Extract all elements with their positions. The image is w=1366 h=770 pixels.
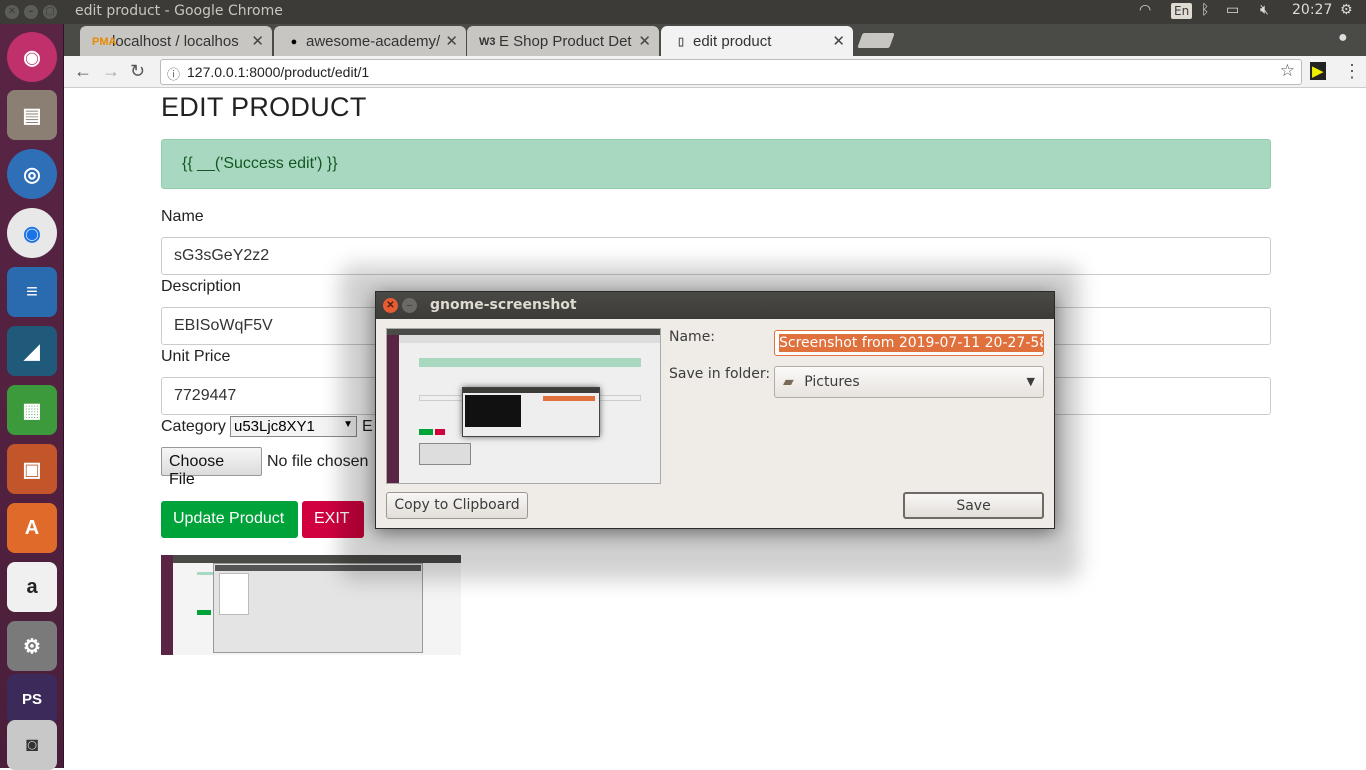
battery-icon[interactable]: ▭	[1226, 2, 1239, 18]
name-label: Name	[161, 208, 204, 225]
tab-label: E Shop Product Det	[499, 33, 632, 50]
chevron-down-icon: ▼	[1026, 375, 1035, 388]
filename-value: Screenshot from 2019-07-11 20-27-58.	[779, 334, 1043, 352]
chromium-icon[interactable]: ◎	[7, 149, 57, 199]
menu-icon[interactable]: ⋮	[1343, 61, 1361, 82]
filename-input[interactable]: Screenshot from 2019-07-11 20-27-58.	[774, 330, 1044, 356]
description-label: Description	[161, 278, 242, 295]
folder-value: Pictures	[804, 374, 860, 390]
category-label: Category	[161, 418, 226, 435]
copy-to-clipboard-button[interactable]: Copy to Clipboard	[386, 492, 528, 519]
window-close-icon[interactable]: ✕	[5, 5, 19, 19]
github-icon: ●	[290, 36, 298, 48]
volume-icon[interactable]: 🔇︎	[1260, 2, 1269, 18]
system-top-bar: ✕ – ▢ edit product - Google Chrome ◠ En …	[0, 0, 1366, 24]
tab-strip: PMA localhost / localhos ✕ ● awesome-aca…	[64, 24, 1366, 56]
dialog-minimize-icon[interactable]: –	[402, 298, 417, 313]
screenshot-preview	[386, 328, 661, 484]
unit-price-label: Unit Price	[161, 348, 231, 365]
system-settings-icon[interactable]: ⚙	[7, 621, 57, 671]
phpstorm-icon[interactable]: PS	[7, 674, 57, 724]
wifi-icon[interactable]: ◠	[1139, 2, 1151, 18]
tab-label: localhost / localhos	[112, 33, 239, 50]
choose-file-button[interactable]: Choose File	[161, 447, 262, 488]
folder-field-label: Save in folder:	[669, 366, 771, 382]
dialog-titlebar: gnome-screenshot	[376, 292, 1054, 319]
clock[interactable]: 20:27	[1292, 2, 1332, 18]
address-bar[interactable]: ⓘ 127.0.0.1:8000/product/edit/1 ☆	[160, 59, 1302, 85]
phpmyadmin-icon: PMA	[92, 36, 117, 48]
tab-close-icon[interactable]: ✕	[251, 32, 264, 50]
mysql-workbench-icon[interactable]: ◢	[7, 326, 57, 376]
window-title: edit product - Google Chrome	[75, 3, 283, 19]
navigation-bar: ← → ↻ ⓘ 127.0.0.1:8000/product/edit/1 ☆ …	[64, 56, 1366, 88]
calc-icon[interactable]: ▦	[7, 385, 57, 435]
impress-icon[interactable]: ▣	[7, 444, 57, 494]
tab-edit-product[interactable]: ▯ edit product ✕	[661, 26, 853, 56]
keyboard-layout[interactable]: En	[1171, 3, 1193, 19]
name-field-label: Name:	[669, 329, 716, 345]
tab-close-icon[interactable]: ✕	[832, 32, 845, 50]
page-title: EDIT PRODUCT	[161, 92, 367, 122]
tab-close-icon[interactable]: ✕	[445, 32, 458, 50]
files-icon[interactable]: ▤	[7, 90, 57, 140]
tab-label: awesome-academy/	[306, 33, 441, 50]
launcher: ◉ ▤ ◎ ◉ ≡ ◢ ▦ ▣ A a ⚙ PS ◙	[0, 24, 64, 770]
category-select[interactable]: u53Ljc8XY1 ▼	[230, 416, 357, 437]
url-text: 127.0.0.1:8000/product/edit/1	[187, 64, 370, 80]
back-icon[interactable]: ←	[74, 61, 92, 82]
update-product-button[interactable]: Update Product	[161, 501, 298, 538]
bookmark-star-icon[interactable]: ☆	[1280, 61, 1295, 81]
reload-icon[interactable]: ↻	[130, 61, 145, 82]
extension-icon[interactable]: ▶	[1310, 62, 1326, 80]
success-alert: {{ __('Success edit') }}	[161, 139, 1271, 189]
new-tab-button[interactable]	[857, 33, 895, 48]
tab-close-icon[interactable]: ✕	[638, 32, 651, 50]
tab-github[interactable]: ● awesome-academy/ ✕	[274, 26, 466, 56]
dialog-close-icon[interactable]: ✕	[383, 298, 398, 313]
ubuntu-dash-icon[interactable]: ◉	[7, 32, 57, 82]
tab-phpmyadmin[interactable]: PMA localhost / localhos ✕	[80, 26, 272, 56]
tab-label: edit product	[693, 33, 772, 50]
profile-icon[interactable]: ●	[1338, 29, 1348, 47]
forward-icon[interactable]: →	[102, 61, 120, 82]
category-selected: u53Ljc8XY1	[234, 418, 315, 435]
w3schools-icon: W3	[479, 36, 496, 48]
amazon-icon[interactable]: a	[7, 562, 57, 612]
chrome-icon[interactable]: ◉	[7, 208, 57, 258]
save-screenshot-dialog: gnome-screenshot ✕ – Name: Screenshot fr…	[375, 291, 1055, 529]
bluetooth-icon[interactable]: ᛒ	[1201, 2, 1209, 18]
screenshot-app-icon[interactable]: ◙	[7, 720, 57, 770]
settings-gear-icon[interactable]: ⚙	[1340, 2, 1353, 18]
folder-select[interactable]: ▰ Pictures ▼	[774, 366, 1044, 398]
window-maximize-icon[interactable]: ▢	[43, 5, 57, 19]
info-icon[interactable]: ⓘ	[167, 64, 180, 83]
software-center-icon[interactable]: A	[7, 503, 57, 553]
save-button[interactable]: Save	[903, 492, 1044, 519]
writer-icon[interactable]: ≡	[7, 267, 57, 317]
tab-w3schools[interactable]: W3 E Shop Product Det ✕	[467, 26, 659, 56]
folder-icon: ▰	[783, 374, 794, 390]
window-minimize-icon[interactable]: –	[24, 5, 38, 19]
page-icon: ▯	[677, 36, 685, 48]
